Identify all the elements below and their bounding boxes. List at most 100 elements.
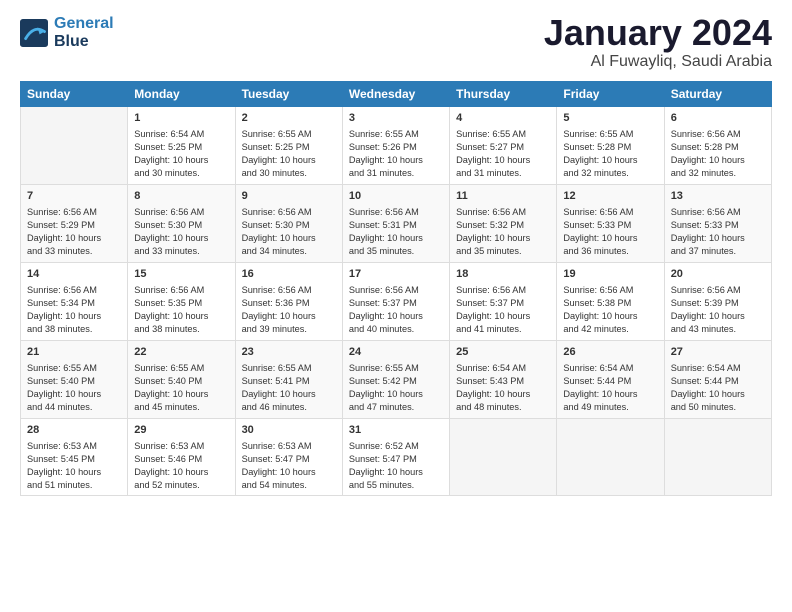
- day-cell: 22 Sunrise: 6:55 AM Sunset: 5:40 PM Dayli…: [128, 340, 235, 418]
- day-info: Sunrise: 6:55 AM Sunset: 5:26 PM Dayligh…: [349, 128, 443, 180]
- day-cell: 1 Sunrise: 6:54 AM Sunset: 5:25 PM Daylig…: [128, 107, 235, 185]
- day-cell: 13Sunrise: 6:56 AM Sunset: 5:33 PM Dayli…: [664, 184, 771, 262]
- day-info: Sunrise: 6:55 AM Sunset: 5:28 PM Dayligh…: [563, 128, 657, 180]
- day-cell: 17 Sunrise: 6:56 AM Sunset: 5:37 PM Dayli…: [342, 262, 449, 340]
- header-day-saturday: Saturday: [664, 82, 771, 107]
- day-number: 9: [242, 189, 336, 204]
- day-info: Sunrise: 6:56 AM Sunset: 5:38 PM Dayligh…: [563, 284, 657, 336]
- day-cell: [21, 107, 128, 185]
- day-info: Sunrise: 6:56 AM Sunset: 5:37 PM Dayligh…: [456, 284, 550, 336]
- header: General Blue January 2024 Al Fuwayliq, S…: [20, 15, 772, 71]
- day-cell: 19 Sunrise: 6:56 AM Sunset: 5:38 PM Dayli…: [557, 262, 664, 340]
- week-row-1: 1 Sunrise: 6:54 AM Sunset: 5:25 PM Daylig…: [21, 107, 772, 185]
- day-number: 27: [671, 345, 765, 360]
- day-number: 18: [456, 267, 550, 282]
- day-number: 31: [349, 423, 443, 438]
- day-cell: [450, 418, 557, 496]
- day-cell: 11 Sunrise: 6:56 AM Sunset: 5:32 PM Dayli…: [450, 184, 557, 262]
- day-number: 6: [671, 111, 765, 126]
- header-day-sunday: Sunday: [21, 82, 128, 107]
- day-cell: 27 Sunrise: 6:54 AM Sunset: 5:44 PM Dayli…: [664, 340, 771, 418]
- day-cell: 7Sunrise: 6:56 AM Sunset: 5:29 PM Daylig…: [21, 184, 128, 262]
- day-number: 28: [27, 423, 121, 438]
- day-cell: 30Sunrise: 6:53 AM Sunset: 5:47 PM Dayli…: [235, 418, 342, 496]
- week-row-5: 28 Sunrise: 6:53 AM Sunset: 5:45 PM Dayli…: [21, 418, 772, 496]
- day-cell: 3 Sunrise: 6:55 AM Sunset: 5:26 PM Daylig…: [342, 107, 449, 185]
- title-area: January 2024 Al Fuwayliq, Saudi Arabia: [544, 15, 772, 71]
- logo-icon: [20, 19, 48, 47]
- day-cell: 20 Sunrise: 6:56 AM Sunset: 5:39 PM Dayli…: [664, 262, 771, 340]
- day-cell: 9 Sunrise: 6:56 AM Sunset: 5:30 PM Daylig…: [235, 184, 342, 262]
- day-number: 14: [27, 267, 121, 282]
- day-cell: 29 Sunrise: 6:53 AM Sunset: 5:46 PM Dayli…: [128, 418, 235, 496]
- day-number: 11: [456, 189, 550, 204]
- day-number: 3: [349, 111, 443, 126]
- day-cell: 12Sunrise: 6:56 AM Sunset: 5:33 PM Dayli…: [557, 184, 664, 262]
- day-info: Sunrise: 6:56 AM Sunset: 5:35 PM Dayligh…: [134, 284, 228, 336]
- day-info: Sunrise: 6:56 AM Sunset: 5:30 PM Dayligh…: [134, 206, 228, 258]
- day-info: Sunrise: 6:56 AM Sunset: 5:29 PM Dayligh…: [27, 206, 121, 258]
- header-day-wednesday: Wednesday: [342, 82, 449, 107]
- day-number: 10: [349, 189, 443, 204]
- day-cell: 24Sunrise: 6:55 AM Sunset: 5:42 PM Dayli…: [342, 340, 449, 418]
- day-info: Sunrise: 6:56 AM Sunset: 5:30 PM Dayligh…: [242, 206, 336, 258]
- day-info: Sunrise: 6:53 AM Sunset: 5:45 PM Dayligh…: [27, 440, 121, 492]
- month-title: January 2024: [544, 15, 772, 51]
- day-info: Sunrise: 6:56 AM Sunset: 5:34 PM Dayligh…: [27, 284, 121, 336]
- day-info: Sunrise: 6:56 AM Sunset: 5:31 PM Dayligh…: [349, 206, 443, 258]
- week-row-4: 21 Sunrise: 6:55 AM Sunset: 5:40 PM Dayli…: [21, 340, 772, 418]
- day-cell: 23Sunrise: 6:55 AM Sunset: 5:41 PM Dayli…: [235, 340, 342, 418]
- day-info: Sunrise: 6:56 AM Sunset: 5:28 PM Dayligh…: [671, 128, 765, 180]
- day-number: 21: [27, 345, 121, 360]
- day-info: Sunrise: 6:54 AM Sunset: 5:44 PM Dayligh…: [671, 362, 765, 414]
- day-number: 24: [349, 345, 443, 360]
- day-info: Sunrise: 6:54 AM Sunset: 5:44 PM Dayligh…: [563, 362, 657, 414]
- day-number: 2: [242, 111, 336, 126]
- logo-text: General Blue: [54, 15, 114, 50]
- day-number: 19: [563, 267, 657, 282]
- week-row-3: 14 Sunrise: 6:56 AM Sunset: 5:34 PM Dayli…: [21, 262, 772, 340]
- day-info: Sunrise: 6:52 AM Sunset: 5:47 PM Dayligh…: [349, 440, 443, 492]
- day-info: Sunrise: 6:55 AM Sunset: 5:40 PM Dayligh…: [134, 362, 228, 414]
- day-number: 4: [456, 111, 550, 126]
- day-cell: 15 Sunrise: 6:56 AM Sunset: 5:35 PM Dayli…: [128, 262, 235, 340]
- day-number: 1: [134, 111, 228, 126]
- day-info: Sunrise: 6:56 AM Sunset: 5:32 PM Dayligh…: [456, 206, 550, 258]
- day-cell: 25 Sunrise: 6:54 AM Sunset: 5:43 PM Dayli…: [450, 340, 557, 418]
- day-cell: 2 Sunrise: 6:55 AM Sunset: 5:25 PM Daylig…: [235, 107, 342, 185]
- day-cell: 26Sunrise: 6:54 AM Sunset: 5:44 PM Dayli…: [557, 340, 664, 418]
- day-cell: 31 Sunrise: 6:52 AM Sunset: 5:47 PM Dayli…: [342, 418, 449, 496]
- day-number: 22: [134, 345, 228, 360]
- page: General Blue January 2024 Al Fuwayliq, S…: [0, 0, 792, 612]
- day-number: 8: [134, 189, 228, 204]
- day-info: Sunrise: 6:53 AM Sunset: 5:47 PM Dayligh…: [242, 440, 336, 492]
- day-number: 16: [242, 267, 336, 282]
- location-subtitle: Al Fuwayliq, Saudi Arabia: [544, 53, 772, 71]
- calendar-table: SundayMondayTuesdayWednesdayThursdayFrid…: [20, 81, 772, 496]
- day-info: Sunrise: 6:54 AM Sunset: 5:43 PM Dayligh…: [456, 362, 550, 414]
- day-info: Sunrise: 6:56 AM Sunset: 5:39 PM Dayligh…: [671, 284, 765, 336]
- day-number: 5: [563, 111, 657, 126]
- day-info: Sunrise: 6:55 AM Sunset: 5:40 PM Dayligh…: [27, 362, 121, 414]
- day-info: Sunrise: 6:56 AM Sunset: 5:37 PM Dayligh…: [349, 284, 443, 336]
- day-info: Sunrise: 6:53 AM Sunset: 5:46 PM Dayligh…: [134, 440, 228, 492]
- day-info: Sunrise: 6:56 AM Sunset: 5:33 PM Dayligh…: [671, 206, 765, 258]
- header-day-thursday: Thursday: [450, 82, 557, 107]
- day-cell: 21 Sunrise: 6:55 AM Sunset: 5:40 PM Dayli…: [21, 340, 128, 418]
- header-row: SundayMondayTuesdayWednesdayThursdayFrid…: [21, 82, 772, 107]
- day-info: Sunrise: 6:56 AM Sunset: 5:33 PM Dayligh…: [563, 206, 657, 258]
- day-cell: [557, 418, 664, 496]
- day-number: 25: [456, 345, 550, 360]
- day-info: Sunrise: 6:56 AM Sunset: 5:36 PM Dayligh…: [242, 284, 336, 336]
- day-number: 15: [134, 267, 228, 282]
- day-info: Sunrise: 6:54 AM Sunset: 5:25 PM Dayligh…: [134, 128, 228, 180]
- day-number: 29: [134, 423, 228, 438]
- logo: General Blue: [20, 15, 114, 50]
- day-number: 20: [671, 267, 765, 282]
- header-day-tuesday: Tuesday: [235, 82, 342, 107]
- day-info: Sunrise: 6:55 AM Sunset: 5:41 PM Dayligh…: [242, 362, 336, 414]
- day-cell: 6 Sunrise: 6:56 AM Sunset: 5:28 PM Daylig…: [664, 107, 771, 185]
- day-info: Sunrise: 6:55 AM Sunset: 5:27 PM Dayligh…: [456, 128, 550, 180]
- day-number: 17: [349, 267, 443, 282]
- day-info: Sunrise: 6:55 AM Sunset: 5:25 PM Dayligh…: [242, 128, 336, 180]
